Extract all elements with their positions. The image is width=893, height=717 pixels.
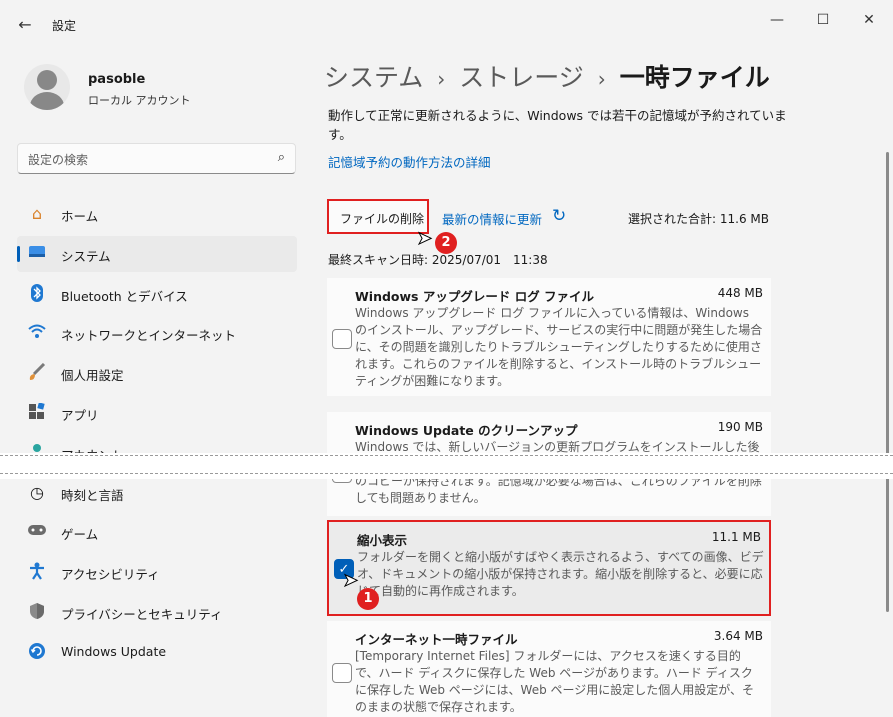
mouse-cursor-icon: ➤ [416, 228, 433, 250]
sidebar-item-apps[interactable]: アプリ [17, 395, 297, 431]
item-description: [Temporary Internet Files] フォルダーには、アクセスを… [355, 649, 755, 714]
brush-icon [27, 363, 47, 383]
screenshot-cut-band [0, 453, 893, 479]
breadcrumb: システム › ストレージ › 一時ファイル [324, 58, 770, 94]
item-size: 11.1 MB [711, 530, 761, 544]
sidebar-item-label: 時刻と言語 [61, 487, 124, 503]
scrollbar[interactable] [886, 152, 889, 612]
sidebar-item-label: Windows Update [61, 643, 167, 659]
reserved-storage-description: 動作して正常に更新されるように、Windows では若干の記憶域が予約されていま… [328, 108, 787, 142]
sidebar-item-label: プライバシーとセキュリティ [61, 606, 223, 622]
sidebar-item-label: アプリ [61, 407, 99, 423]
sidebar-item-label: ネットワークとインターネット [61, 328, 237, 344]
item-description: Windows アップグレード ログ ファイルに入っている情報は、Windows… [355, 306, 763, 388]
bluetooth-icon [27, 283, 47, 304]
sidebar-item-label: Bluetooth とデバイス [61, 288, 188, 304]
maximize-button[interactable]: ☐ [810, 10, 836, 30]
app-title: 設定 [52, 19, 77, 33]
sidebar-item-windows-update[interactable]: Windows Update [17, 634, 297, 670]
cut-line [0, 455, 893, 456]
sidebar-item-time[interactable]: ◷ 時刻と言語 [17, 475, 297, 511]
breadcrumb-system[interactable]: システム [324, 63, 423, 92]
sidebar-item-label: 個人用設定 [61, 368, 124, 384]
search-icon: ⌕ [277, 150, 285, 165]
sidebar-item-label: ホーム [61, 209, 99, 224]
selected-total: 選択された合計: 11.6 MB [628, 212, 769, 226]
item-checkbox[interactable] [332, 663, 352, 683]
back-arrow-icon[interactable]: ← [14, 14, 36, 36]
sidebar-item-network[interactable]: ネットワークとインターネット [17, 315, 297, 351]
delete-files-label: ファイルの削除 [340, 212, 425, 226]
sidebar-item-system[interactable]: システム [17, 235, 297, 272]
item-size: 3.64 MB [713, 629, 763, 643]
item-title: Windows Update のクリーンアップ [355, 423, 578, 438]
refresh-icon[interactable]: ↻ [552, 206, 566, 226]
home-icon: ⌂ [31, 204, 43, 223]
temp-file-item: ✓ 縮小表示 11.1 MB フォルダーを開くと縮小版がすばやく表示されるよう、… [327, 520, 771, 616]
close-button[interactable]: ✕ [856, 10, 882, 30]
main-content: システム › ストレージ › 一時ファイル 動作して正常に更新されるように、Window… [310, 48, 893, 717]
search-input[interactable]: 設定の検索 ⌕ [17, 143, 296, 174]
sidebar-item-accessibility[interactable]: アクセシビリティ [17, 554, 297, 590]
page-title: 一時ファイル [619, 63, 770, 92]
last-scan-time: 最終スキャン日時: 2025/07/01 11:38 [328, 253, 548, 267]
item-size: 190 MB [717, 420, 763, 434]
sidebar-item-label: システム [61, 248, 111, 264]
temp-file-item: インターネット一時ファイル 3.64 MB [Temporary Interne… [327, 621, 771, 717]
apps-icon [27, 402, 47, 423]
minimize-button[interactable]: — [764, 10, 790, 30]
annotation-badge-1: 1 [357, 588, 379, 610]
system-icon [27, 244, 47, 264]
item-checkbox[interactable] [332, 329, 352, 349]
sidebar-item-bluetooth[interactable]: Bluetooth とデバイス [17, 276, 297, 312]
sidebar-item-privacy[interactable]: プライバシーとセキュリティ [17, 594, 297, 630]
user-name: pasoble [88, 72, 146, 87]
update-icon [27, 642, 47, 662]
item-title: 縮小表示 [357, 533, 408, 548]
accessibility-icon [27, 562, 47, 582]
sidebar-item-personalization[interactable]: 個人用設定 [17, 355, 297, 391]
gamepad-icon [27, 522, 47, 542]
sidebar-item-label: ゲーム [61, 527, 99, 543]
time-icon: ◷ [30, 482, 44, 502]
sidebar-item-gaming[interactable]: ゲーム [17, 514, 297, 550]
item-description: フォルダーを開くと縮小版がすばやく表示されるよう、すべての画像、ビデオ、ドキュメ… [357, 550, 764, 598]
sidebar-nav: ⌂ ホーム システム Bluetooth とデバイス ネットワークとインターネッ… [17, 196, 297, 674]
item-title: インターネット一時ファイル [355, 632, 518, 647]
account-type: ローカル アカウント [88, 94, 191, 107]
avatar [24, 64, 70, 110]
breadcrumb-separator: › [437, 67, 446, 91]
sidebar-item-home[interactable]: ⌂ ホーム [17, 196, 297, 232]
refresh-link[interactable]: 最新の情報に更新 [442, 209, 542, 228]
wifi-icon [27, 323, 47, 343]
breadcrumb-storage[interactable]: ストレージ [459, 63, 584, 92]
item-size: 448 MB [717, 286, 763, 300]
sidebar-item-label: アクセシビリティ [61, 567, 160, 583]
mouse-cursor-icon: ➤ [342, 570, 359, 592]
shield-icon [27, 602, 47, 622]
learn-more-link[interactable]: 記憶域予約の動作方法の詳細 [328, 152, 491, 171]
delete-files-button[interactable]: ファイルの削除 [327, 199, 429, 234]
search-placeholder: 設定の検索 [28, 153, 89, 167]
title-bar: ← 設定 — ☐ ✕ [0, 0, 893, 48]
item-title: Windows アップグレード ログ ファイル [355, 289, 595, 304]
cut-line [0, 473, 893, 474]
temp-file-item: Windows アップグレード ログ ファイル 448 MB Windows ア… [327, 278, 771, 396]
breadcrumb-separator: › [597, 67, 606, 91]
